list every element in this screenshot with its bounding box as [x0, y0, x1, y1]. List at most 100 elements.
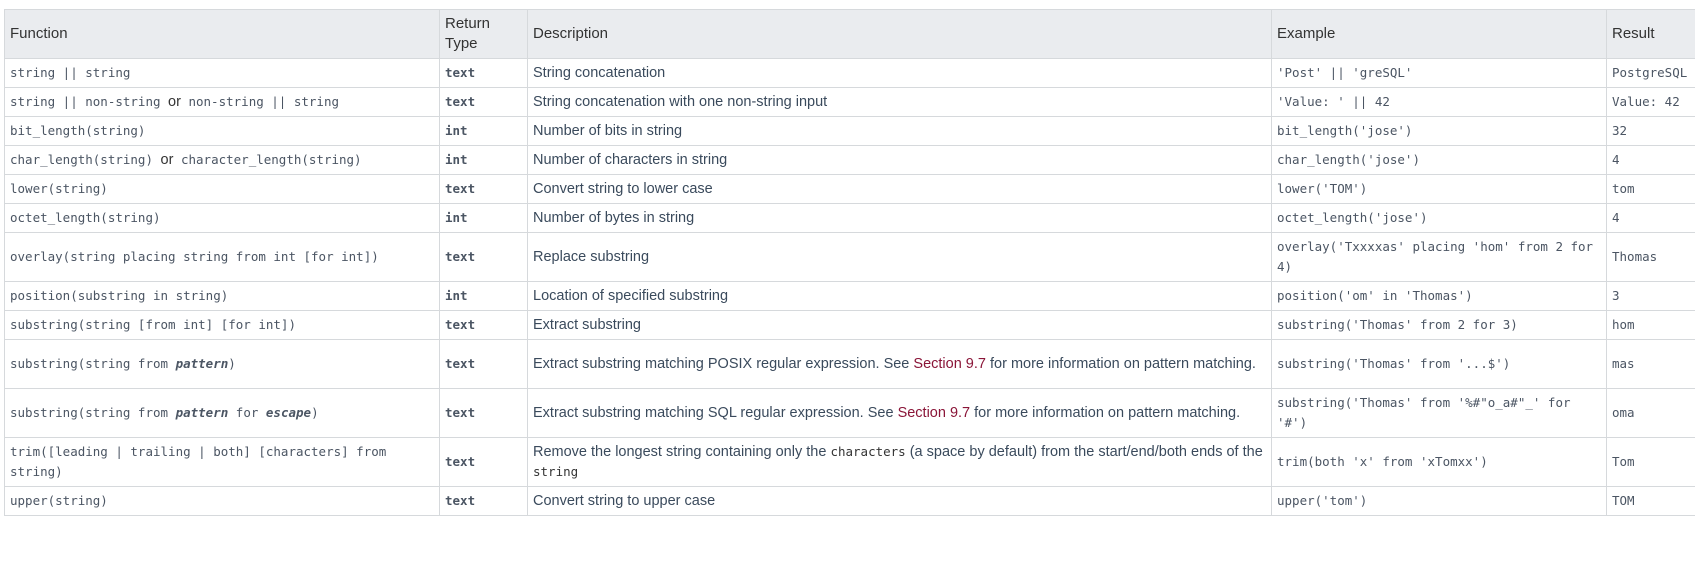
description-cell: Number of bytes in string — [527, 203, 1272, 233]
return-type-cell: text — [439, 437, 528, 487]
return-type-cell: text — [439, 339, 528, 389]
function-signature-start: substring(string from — [10, 356, 176, 371]
description-cell: Extract substring matching POSIX regular… — [527, 339, 1272, 389]
function-cell: position(substring in string) — [4, 281, 440, 311]
description-cell: Number of characters in string — [527, 145, 1272, 175]
description-text: Extract substring matching POSIX regular… — [533, 356, 914, 372]
result-cell: oma — [1606, 388, 1695, 438]
section-link[interactable]: Section 9.7 — [898, 405, 971, 421]
function-cell: overlay(string placing string from int [… — [4, 232, 440, 282]
function-signature: character_length(string) — [180, 152, 362, 167]
result-cell: 4 — [1606, 145, 1695, 175]
description-text: (a space by default) from the start/end/… — [905, 444, 1263, 460]
function-joiner: or — [168, 94, 181, 110]
example-cell: 'Post' || 'greSQL' — [1271, 58, 1607, 88]
result-cell: hom — [1606, 310, 1695, 340]
function-signature-start: substring(string from — [10, 405, 176, 420]
function-signature: non-string || string — [188, 94, 339, 109]
function-keyword: escape — [265, 405, 312, 420]
return-type-cell: int — [439, 281, 528, 311]
function-signature-mid: for — [228, 405, 266, 420]
example-cell: lower('TOM') — [1271, 174, 1607, 204]
return-type-cell: text — [439, 486, 528, 516]
example-cell: trim(both 'x' from 'xTomxx') — [1271, 437, 1607, 487]
example-cell: substring('Thomas' from 2 for 3) — [1271, 310, 1607, 340]
result-cell: Value: 42 — [1606, 87, 1695, 117]
function-cell: char_length(string) or character_length(… — [4, 145, 440, 175]
table-row: substring(string [from int] [for int]) t… — [4, 310, 1695, 340]
return-type-cell: text — [439, 58, 528, 88]
table-row: position(substring in string) int Locati… — [4, 281, 1695, 311]
header-row: Function Return Type Description Example … — [4, 9, 1695, 59]
header-description: Description — [527, 9, 1272, 59]
description-text: Extract substring matching SQL regular e… — [533, 405, 898, 421]
description-cell: String concatenation — [527, 58, 1272, 88]
example-cell: upper('tom') — [1271, 486, 1607, 516]
string-functions-table: Function Return Type Description Example … — [4, 9, 1695, 516]
table-row: substring(string from pattern) text Extr… — [4, 339, 1695, 389]
return-type-cell: text — [439, 87, 528, 117]
function-signature: string || non-string — [10, 94, 161, 109]
description-cell: Location of specified substring — [527, 281, 1272, 311]
description-cell: Remove the longest string containing onl… — [527, 437, 1272, 487]
return-type-cell: text — [439, 388, 528, 438]
table-row: string || string text String concatenati… — [4, 58, 1695, 88]
return-type-cell: int — [439, 116, 528, 146]
result-cell: Tom — [1606, 437, 1695, 487]
function-signature-end: ) — [228, 356, 236, 371]
description-text: for more information on pattern matching… — [970, 405, 1241, 421]
return-type-cell: text — [439, 174, 528, 204]
description-text: Remove the longest string containing onl… — [533, 444, 831, 460]
example-cell: substring('Thomas' from '%#"o_a#"_' for … — [1271, 388, 1607, 438]
result-cell: mas — [1606, 339, 1695, 389]
result-cell: tom — [1606, 174, 1695, 204]
section-link[interactable]: Section 9.7 — [913, 356, 986, 372]
function-signature: char_length(string) — [10, 152, 153, 167]
table-row: substring(string from pattern for escape… — [4, 388, 1695, 438]
table-row: octet_length(string) int Number of bytes… — [4, 203, 1695, 233]
result-cell: 4 — [1606, 203, 1695, 233]
table-row: lower(string) text Convert string to low… — [4, 174, 1695, 204]
description-cell: Number of bits in string — [527, 116, 1272, 146]
result-cell: 3 — [1606, 281, 1695, 311]
function-cell: string || non-string or non-string || st… — [4, 87, 440, 117]
result-cell: TOM — [1606, 486, 1695, 516]
header-return-type-line1: Return — [445, 15, 491, 32]
description-cell: Convert string to upper case — [527, 486, 1272, 516]
function-signature-end: ) — [311, 405, 319, 420]
description-cell: Convert string to lower case — [527, 174, 1272, 204]
function-cell: bit_length(string) — [4, 116, 440, 146]
description-cell: Extract substring matching SQL regular e… — [527, 388, 1272, 438]
function-cell: substring(string [from int] [for int]) — [4, 310, 440, 340]
return-type-cell: text — [439, 232, 528, 282]
example-cell: bit_length('jose') — [1271, 116, 1607, 146]
header-example: Example — [1271, 9, 1607, 59]
header-return-type: Return Type — [439, 9, 528, 59]
function-keyword: pattern — [175, 405, 229, 420]
inline-code: string — [533, 464, 579, 479]
table-row: trim([leading | trailing | both] [charac… — [4, 437, 1695, 487]
table-row: overlay(string placing string from int [… — [4, 232, 1695, 282]
function-cell: lower(string) — [4, 174, 440, 204]
function-joiner: or — [160, 152, 174, 168]
return-type-cell: int — [439, 203, 528, 233]
example-cell: substring('Thomas' from '...$') — [1271, 339, 1607, 389]
description-cell: Extract substring — [527, 310, 1272, 340]
function-cell: upper(string) — [4, 486, 440, 516]
table-row: string || non-string or non-string || st… — [4, 87, 1695, 117]
function-cell: substring(string from pattern) — [4, 339, 440, 389]
function-cell: substring(string from pattern for escape… — [4, 388, 440, 438]
function-cell: octet_length(string) — [4, 203, 440, 233]
example-cell: overlay('Txxxxas' placing 'hom' from 2 f… — [1271, 232, 1607, 282]
function-keyword: pattern — [175, 356, 229, 371]
result-cell: 32 — [1606, 116, 1695, 146]
description-cell: Replace substring — [527, 232, 1272, 282]
table-row: char_length(string) or character_length(… — [4, 145, 1695, 175]
example-cell: position('om' in 'Thomas') — [1271, 281, 1607, 311]
header-function: Function — [4, 9, 440, 59]
header-result: Result — [1606, 9, 1695, 59]
result-cell: PostgreSQL — [1606, 58, 1695, 88]
description-cell: String concatenation with one non-string… — [527, 87, 1272, 117]
example-cell: 'Value: ' || 42 — [1271, 87, 1607, 117]
table-row: upper(string) text Convert string to upp… — [4, 486, 1695, 516]
